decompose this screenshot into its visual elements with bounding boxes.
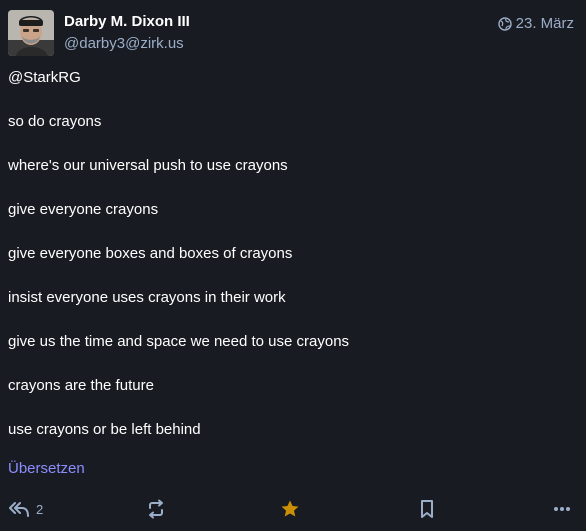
content-line: crayons are the future <box>8 377 154 394</box>
content-line: where's our universal push to use crayon… <box>8 157 288 174</box>
status-card: Darby M. Dixon III @darby3@zirk.us 23. M… <box>0 0 586 531</box>
reply-count: 2 <box>36 501 44 517</box>
date-text: 23. März <box>515 15 574 32</box>
content-line: give everyone boxes and boxes of crayons <box>8 245 293 262</box>
status-date[interactable]: 23. März <box>497 14 574 34</box>
reply-all-icon <box>8 500 30 518</box>
content-line: so do crayons <box>8 113 102 130</box>
more-options-button[interactable] <box>552 496 572 522</box>
status-header: Darby M. Dixon III @darby3@zirk.us 23. M… <box>8 10 578 58</box>
mention-link[interactable]: @StarkRG <box>8 68 578 88</box>
content-line: use crayons or be left behind <box>8 421 201 438</box>
globe-icon <box>497 17 512 31</box>
author-names: Darby M. Dixon III @darby3@zirk.us <box>64 12 190 54</box>
account-handle[interactable]: @darby3@zirk.us <box>64 34 190 54</box>
content-line: insist everyone uses crayons in their wo… <box>8 289 286 306</box>
boost-icon <box>146 499 166 519</box>
favourite-button[interactable] <box>280 496 300 522</box>
boost-button[interactable] <box>146 496 166 522</box>
status-content: @StarkRG so do crayons where's our unive… <box>8 68 578 464</box>
content-line: give us the time and space we need to us… <box>8 333 350 350</box>
content-line: give everyone crayons <box>8 201 159 218</box>
star-icon <box>280 499 300 519</box>
avatar[interactable] <box>8 10 54 56</box>
bookmark-icon <box>418 499 436 519</box>
bookmark-button[interactable] <box>418 496 436 522</box>
action-bar: 2 <box>8 496 578 522</box>
display-name[interactable]: Darby M. Dixon III <box>64 12 190 32</box>
more-icon <box>552 499 572 519</box>
reply-all-button[interactable]: 2 <box>8 496 43 522</box>
translate-button[interactable]: Übersetzen <box>8 459 85 479</box>
